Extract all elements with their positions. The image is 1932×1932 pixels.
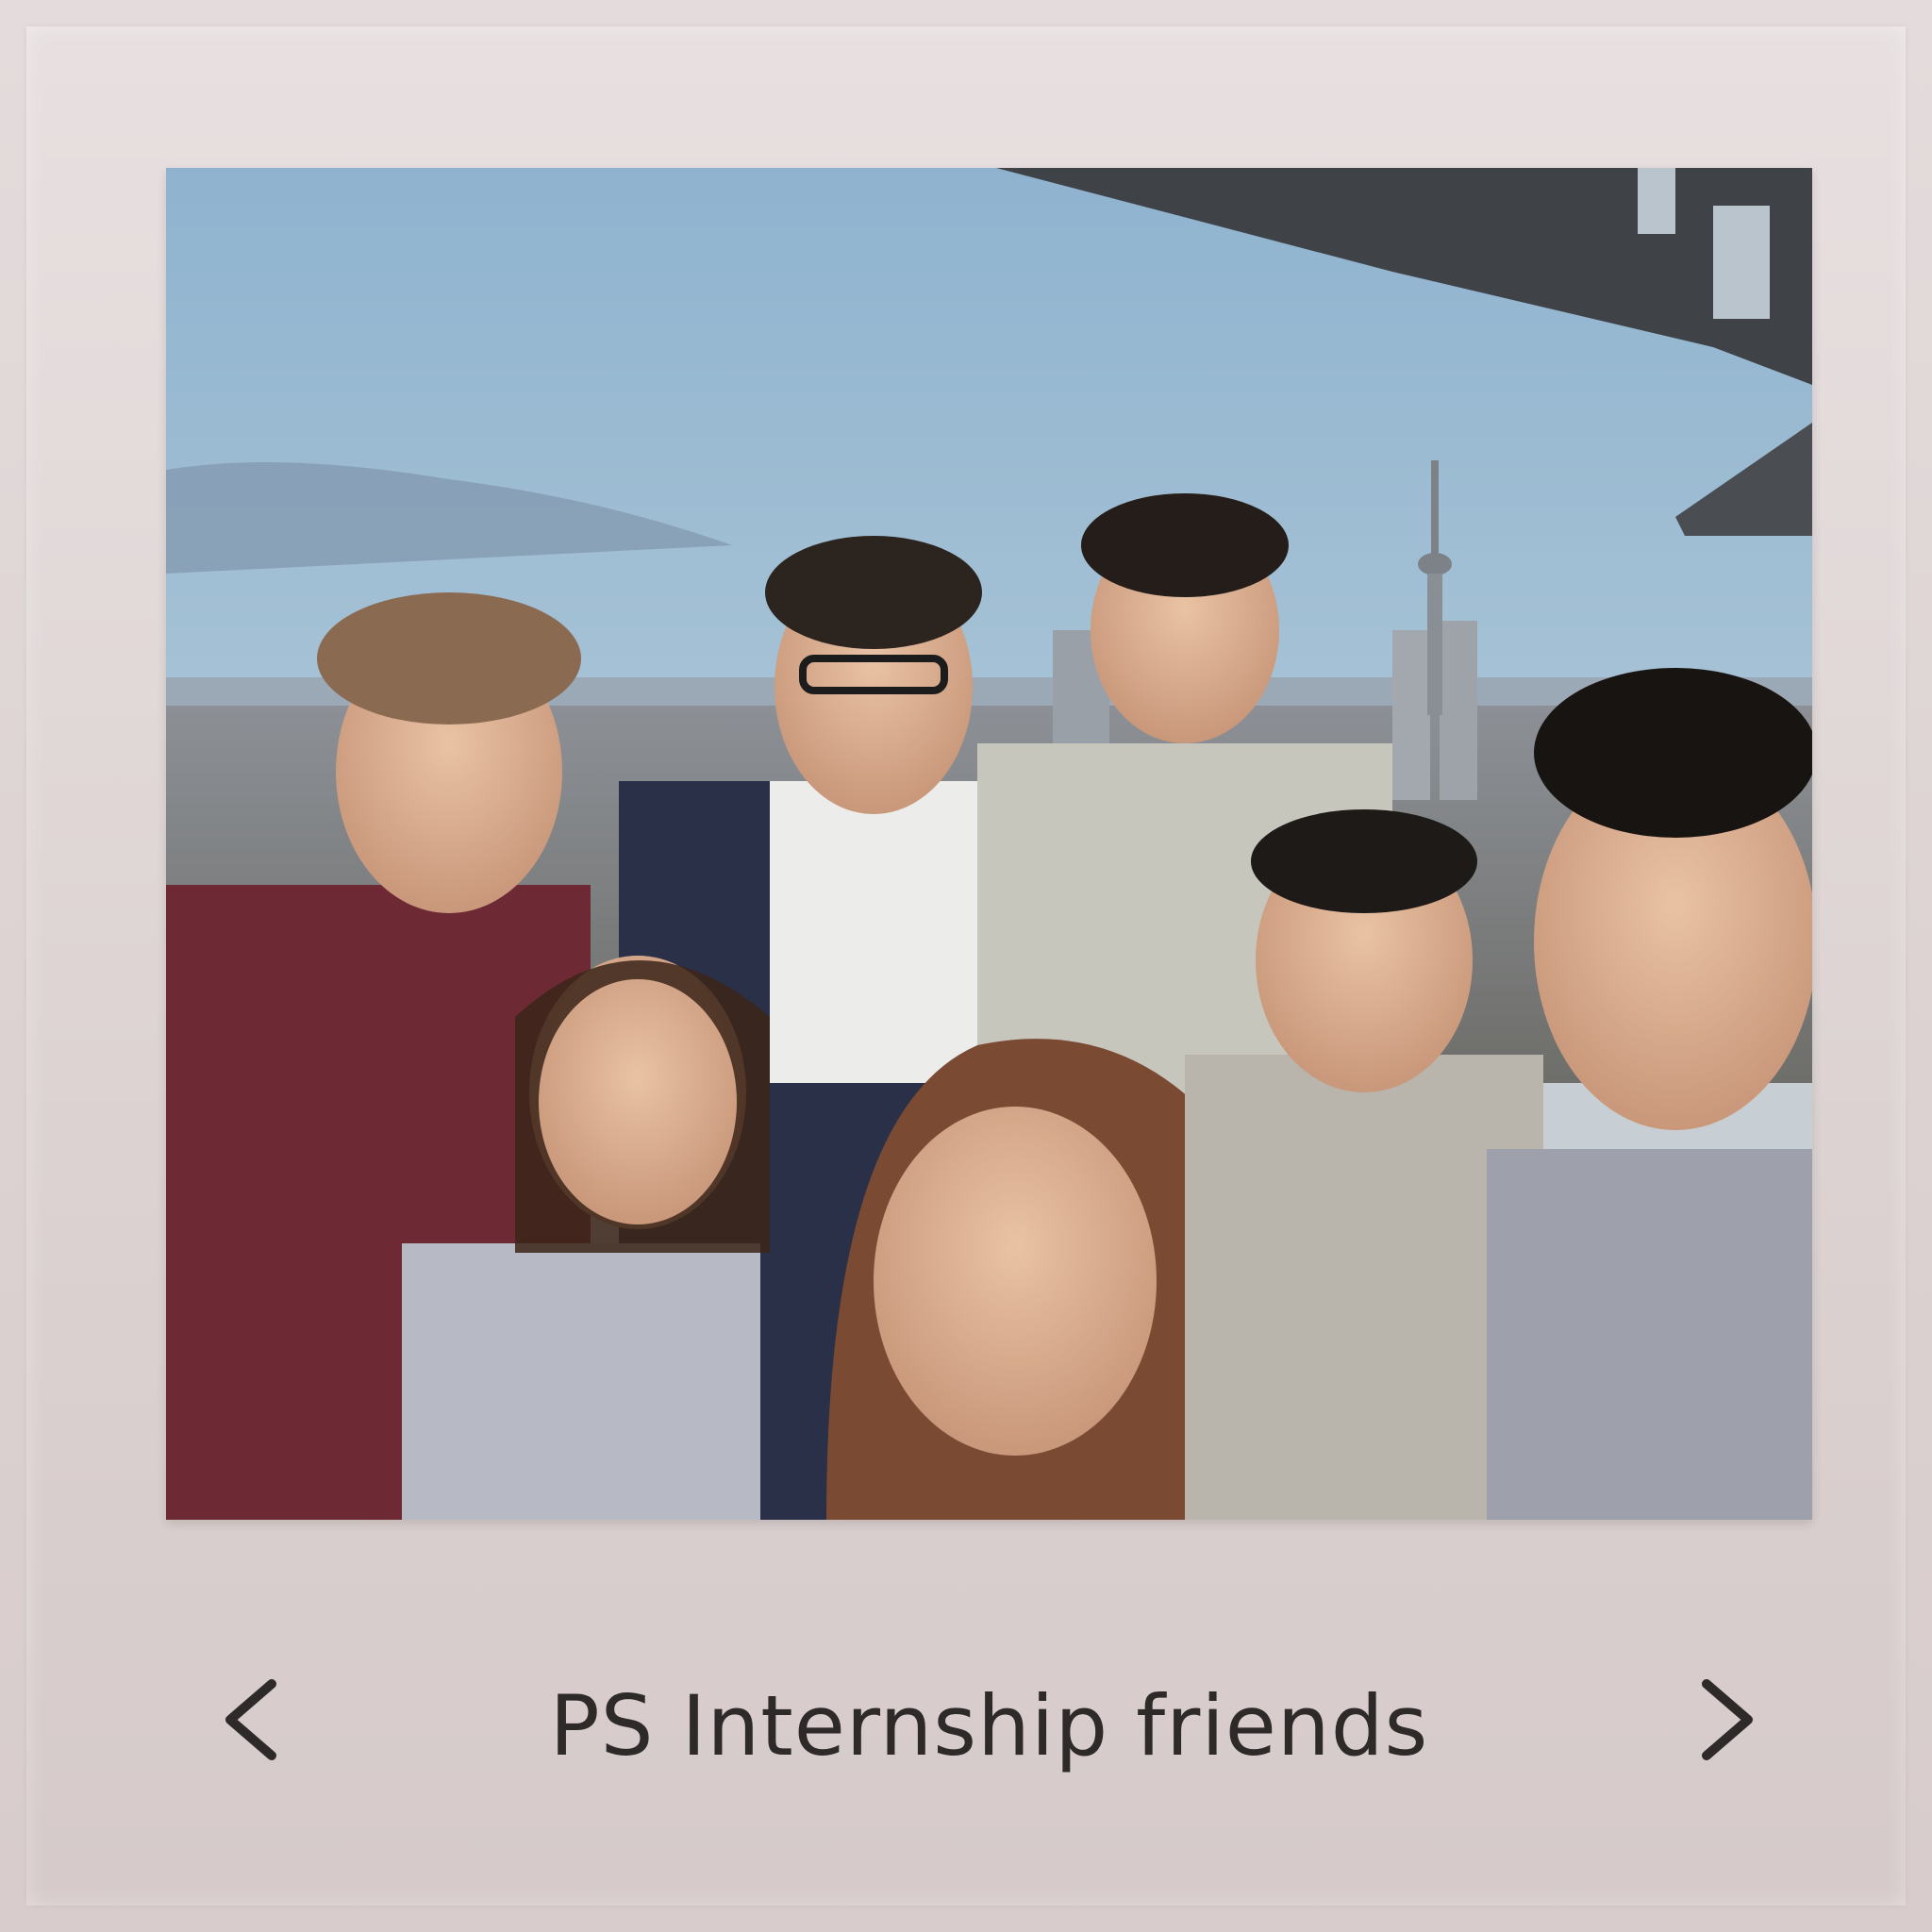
previous-photo-button[interactable] [204,1668,298,1772]
group-photo[interactable] [166,168,1812,1520]
photo-card: PS Internship friends [26,26,1906,1906]
photo-caption-bar: PS Internship friends [166,1630,1812,1809]
chevron-right-icon [1702,1679,1753,1760]
next-photo-button[interactable] [1680,1668,1774,1772]
photo-image [166,168,1812,1520]
chevron-left-icon [225,1679,276,1760]
photo-caption: PS Internship friends [549,1677,1429,1774]
